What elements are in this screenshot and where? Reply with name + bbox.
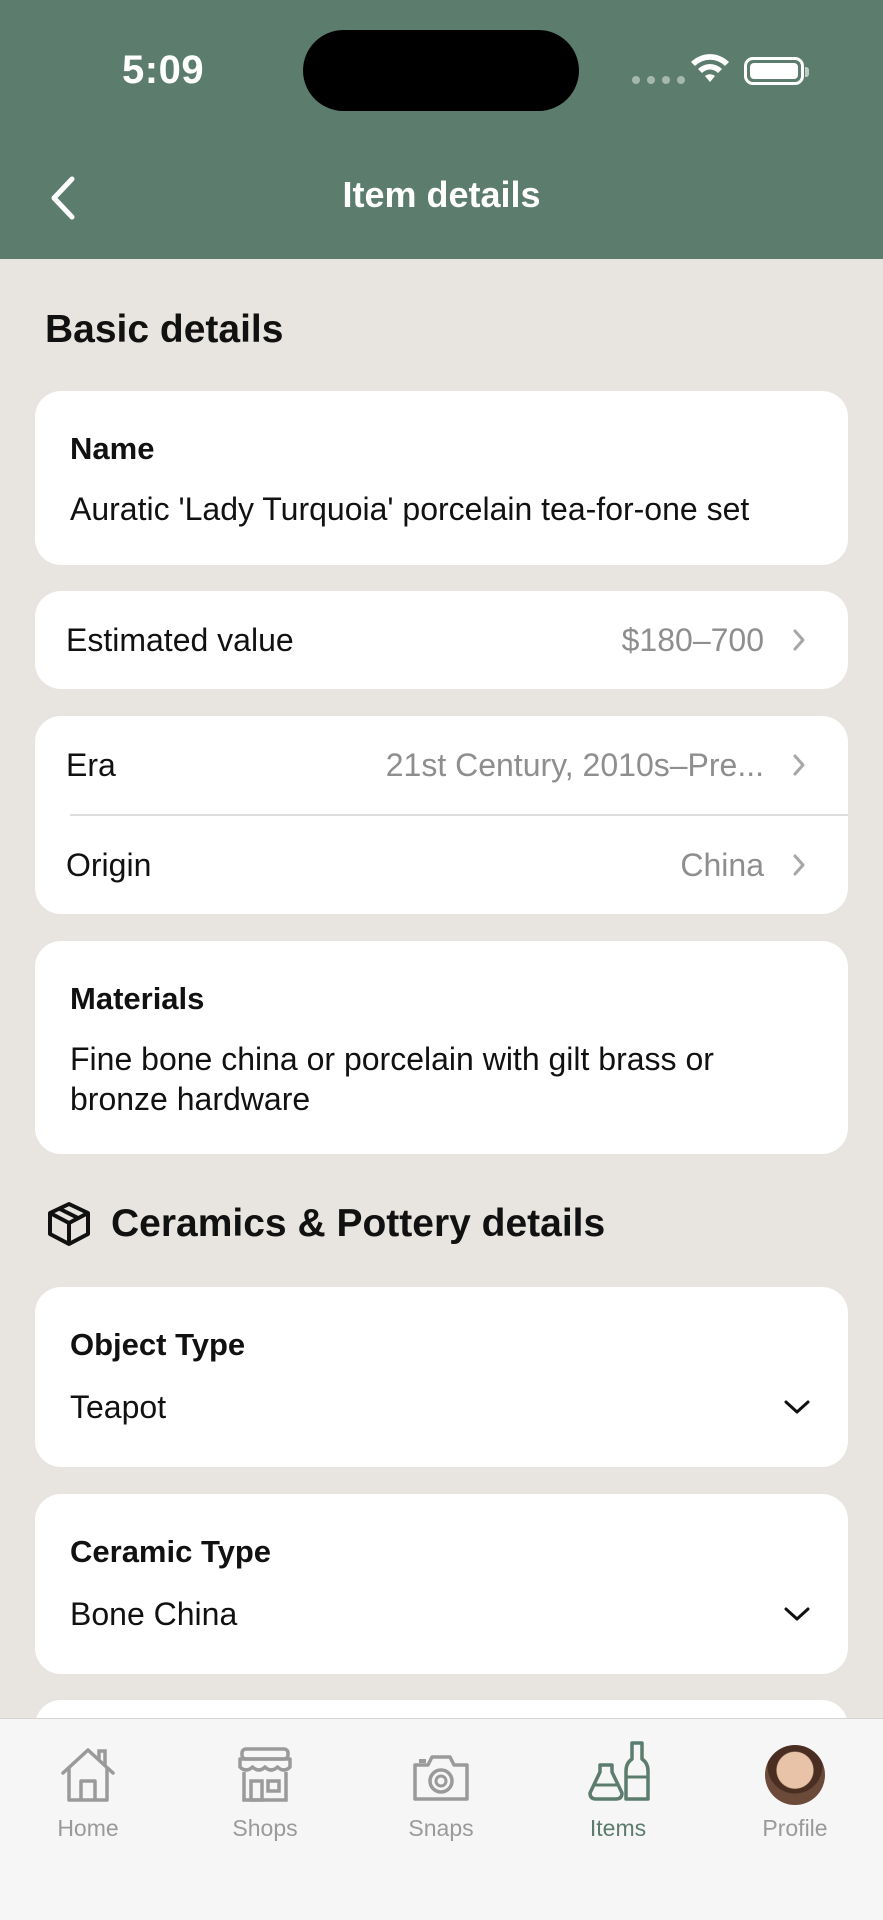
object-type-label: Object Type	[70, 1327, 246, 1362]
ceramics-heading: Ceramics & Pottery details	[45, 1200, 605, 1248]
status-time: 5:09	[122, 48, 205, 92]
tab-items-label: Items	[589, 1815, 647, 1841]
signal-dots-icon	[632, 76, 685, 84]
battery-icon	[744, 57, 809, 85]
materials-card[interactable]: Materials Fine bone china or porcelain w…	[35, 941, 848, 1154]
estimated-value-row[interactable]: Estimated value $180–700	[35, 591, 848, 689]
chevron-right-icon	[793, 754, 805, 776]
dynamic-island	[303, 30, 579, 111]
tab-items[interactable]: Items	[548, 1733, 688, 1853]
ceramic-type-value: Bone China	[70, 1596, 238, 1632]
ceramic-type-card[interactable]: Ceramic Type Bone China	[35, 1494, 848, 1674]
shop-icon	[238, 1747, 292, 1802]
tab-profile[interactable]: Profile	[725, 1733, 865, 1853]
estimated-value-label: Estimated value	[66, 621, 294, 658]
era-value: 21st Century, 2010s–Pre...	[385, 746, 764, 783]
camera-icon	[413, 1755, 469, 1801]
era-label: Era	[66, 746, 116, 783]
tab-profile-label: Profile	[762, 1815, 828, 1841]
era-row[interactable]: Era 21st Century, 2010s–Pre...	[35, 716, 848, 814]
materials-label: Materials	[70, 981, 205, 1016]
object-type-card[interactable]: Object Type Teapot	[35, 1287, 848, 1467]
box-icon	[48, 1202, 90, 1246]
ceramic-type-select[interactable]: Bone China	[70, 1594, 810, 1634]
chevron-right-icon	[793, 854, 805, 876]
page-title: Item details	[342, 174, 541, 215]
tab-snaps-label: Snaps	[408, 1815, 474, 1841]
ceramics-title: Ceramics & Pottery details	[111, 1202, 606, 1245]
chevron-down-icon	[784, 1607, 810, 1621]
tab-bar: Home Shops Snaps Items Profile	[0, 1718, 883, 1920]
ceramic-type-label: Ceramic Type	[70, 1534, 272, 1569]
object-type-value: Teapot	[70, 1389, 167, 1425]
tab-snaps[interactable]: Snaps	[371, 1733, 511, 1853]
chevron-right-icon	[793, 629, 805, 651]
tab-home-label: Home	[57, 1815, 119, 1841]
tab-shops-label: Shops	[232, 1815, 298, 1841]
name-value: Auratic 'Lady Turquoia' porcelain tea-fo…	[70, 491, 750, 527]
tab-shops[interactable]: Shops	[195, 1733, 335, 1853]
materials-value: Fine bone china or porcelain with gilt b…	[70, 1041, 714, 1117]
estimated-value-value: $180–700	[621, 621, 764, 658]
origin-row[interactable]: Origin China	[35, 816, 848, 914]
name-card[interactable]: Name Auratic 'Lady Turquoia' porcelain t…	[35, 391, 848, 565]
chevron-down-icon	[784, 1400, 810, 1414]
estimated-value-card[interactable]: Estimated value $180–700	[35, 591, 848, 689]
era-origin-card: Era 21st Century, 2010s–Pre... Origin Ch…	[35, 716, 848, 914]
origin-label: Origin	[66, 846, 152, 883]
home-icon	[61, 1748, 115, 1802]
tab-home[interactable]: Home	[18, 1733, 158, 1853]
avatar	[765, 1745, 825, 1805]
object-type-select[interactable]: Teapot	[70, 1387, 810, 1427]
name-label: Name	[70, 431, 155, 466]
vases-icon	[588, 1741, 650, 1801]
basic-details-heading: Basic details	[45, 308, 284, 351]
wifi-icon	[691, 54, 729, 82]
header-bar: 5:09 Item details	[0, 0, 883, 259]
origin-value: China	[680, 846, 764, 883]
